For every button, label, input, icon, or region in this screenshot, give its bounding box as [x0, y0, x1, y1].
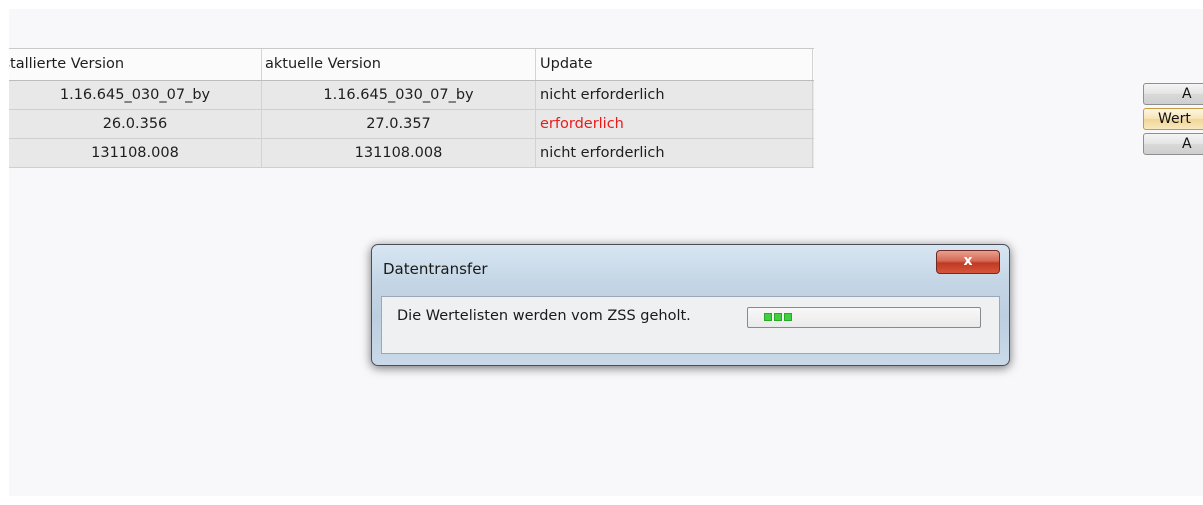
- progress-segment: [774, 313, 782, 321]
- column-header-current-version[interactable]: aktuelle Version: [262, 49, 536, 80]
- update-status-cell: erforderlich: [536, 110, 813, 138]
- status-message: Die Wertelisten werden vom ZSS geholt.: [397, 308, 691, 324]
- dialog-title: Datentransfer: [383, 260, 488, 278]
- side-button-3[interactable]: A: [1143, 133, 1203, 155]
- side-button-werte[interactable]: Wert: [1143, 108, 1203, 130]
- installed-version-cell: 131108.008: [9, 139, 262, 167]
- current-version-cell: 1.16.645_030_07_by: [262, 81, 536, 109]
- installed-version-cell: 26.0.356: [9, 110, 262, 138]
- progress-segment: [784, 313, 792, 321]
- table-row[interactable]: 131108.008 131108.008 nicht erforderlich: [9, 139, 814, 168]
- close-icon: x: [963, 253, 973, 269]
- side-button-1[interactable]: A: [1143, 83, 1203, 105]
- table-header-row: Installierte Version aktuelle Version Up…: [9, 48, 814, 81]
- column-header-installed-version[interactable]: Installierte Version: [9, 49, 262, 80]
- table-row[interactable]: 1.16.645_030_07_by 1.16.645_030_07_by ni…: [9, 81, 814, 110]
- update-status-cell: nicht erforderlich: [536, 139, 813, 167]
- close-button[interactable]: x: [936, 250, 1000, 274]
- version-table: Installierte Version aktuelle Version Up…: [9, 48, 814, 168]
- progress-bar: [747, 307, 981, 328]
- column-header-update[interactable]: Update: [536, 49, 813, 80]
- installed-version-cell: 1.16.645_030_07_by: [9, 81, 262, 109]
- dialog-body: Die Wertelisten werden vom ZSS geholt.: [381, 296, 1000, 354]
- data-transfer-dialog: Datentransfer x Die Wertelisten werden v…: [371, 244, 1010, 366]
- table-row[interactable]: 26.0.356 27.0.357 erforderlich: [9, 110, 814, 139]
- progress-segment: [764, 313, 772, 321]
- update-status-cell: nicht erforderlich: [536, 81, 813, 109]
- current-version-cell: 131108.008: [262, 139, 536, 167]
- current-version-cell: 27.0.357: [262, 110, 536, 138]
